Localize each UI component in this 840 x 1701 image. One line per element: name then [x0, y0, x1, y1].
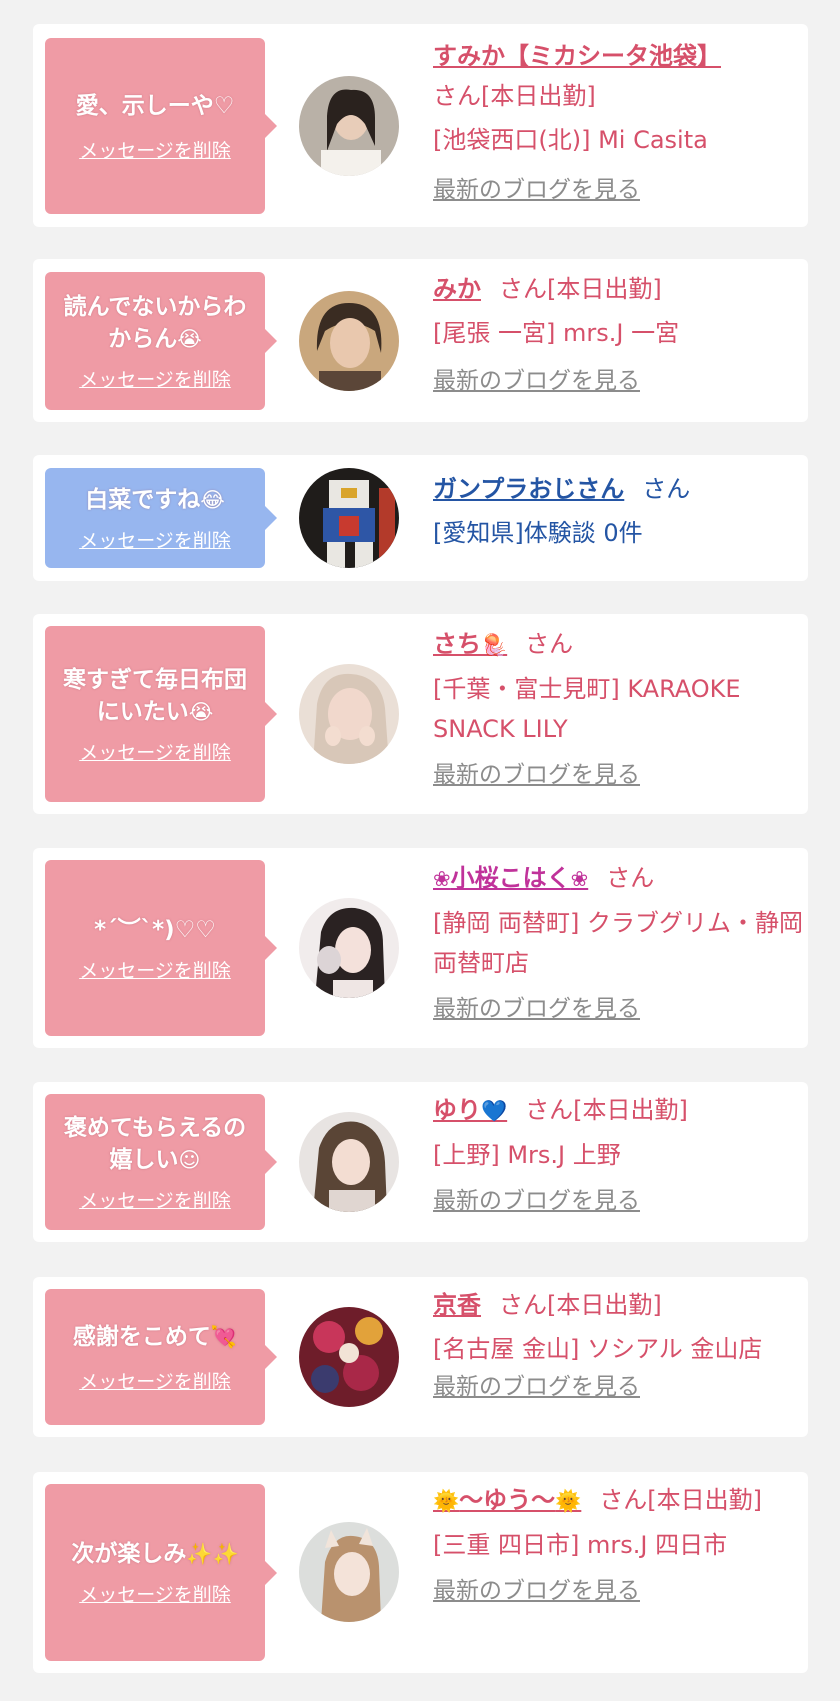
user-name-link[interactable]: ガンプラおじさん [433, 475, 624, 503]
shop-info: [尾張 一宮] mrs.J 一宮 [433, 319, 680, 347]
message-text: *´︶`*)♡♡ [94, 916, 216, 943]
user-status: さん [525, 630, 574, 658]
message-bubble: 読んでないからわからん😭 メッセージを削除 [45, 272, 277, 410]
avatar[interactable] [299, 898, 399, 998]
user-status: さん[本日出勤] [499, 1291, 662, 1319]
user-info: すみか【ミカシータ池袋】 さん[本日出勤] [池袋西口(北)] Mi Casit… [433, 36, 803, 208]
latest-blog-link[interactable]: 最新のブログを見る [433, 172, 640, 208]
latest-blog-link[interactable]: 最新のブログを見る [433, 363, 640, 399]
message-bubble: 寒すぎて毎日布団にいたい😭 メッセージを削除 [45, 626, 277, 802]
message-text: 白菜ですね [85, 486, 201, 513]
message-bubble: 褒めてもらえるの嬉しい☺ メッセージを削除 [45, 1094, 277, 1230]
crying-face-icon: 😭 [188, 699, 214, 724]
latest-blog-link[interactable]: 最新のブログを見る [433, 991, 640, 1027]
message-bubble: 愛、示しーや♡ メッセージを削除 [45, 38, 277, 214]
message-bubble: *´︶`*)♡♡ メッセージを削除 [45, 860, 277, 1036]
user-name-link[interactable]: さち🪼 [433, 630, 507, 658]
list-item: 次が楽しみ✨✨ メッセージを削除 🌞〜ゆう〜🌞 さん[本日出勤] [三重 四日市]… [33, 1472, 808, 1673]
flower-icon: ❀ [433, 867, 451, 891]
sun-icon: 🌞 [433, 1489, 460, 1513]
message-list: 愛、示しーや♡ メッセージを削除 すみか【ミカシータ池袋】 さん[本日出勤] [… [0, 0, 840, 1701]
shop-info: [静岡 両替町] クラブグリム・静岡両替町店 [433, 909, 803, 977]
sparkles-icon: ✨✨ [186, 1542, 239, 1566]
message-text: 感謝をこめて [72, 1323, 211, 1350]
message-text: 愛、示しーや♡ [75, 92, 235, 119]
message-bubble: 感謝をこめて💘 メッセージを削除 [45, 1289, 277, 1425]
list-item: 寒すぎて毎日布団にいたい😭 メッセージを削除 さち🪼 さん [千葉・富士見町] K… [33, 614, 808, 814]
user-info: さち🪼 さん [千葉・富士見町] KARAOKE SNACK LILY 最新のブロ… [433, 624, 803, 793]
shop-info: [池袋西口(北)] Mi Casita [433, 126, 708, 154]
list-item: *´︶`*)♡♡ メッセージを削除 ❀小桜こはく❀ さん [静岡 両替町] クラブ… [33, 848, 808, 1048]
avatar[interactable] [299, 664, 399, 764]
avatar[interactable] [299, 1307, 399, 1407]
latest-blog-link[interactable]: 最新のブログを見る [433, 757, 640, 793]
shop-info: [三重 四日市] mrs.J 四日市 [433, 1531, 728, 1559]
user-info: 🌞〜ゆう〜🌞 さん[本日出勤] [三重 四日市] mrs.J 四日市 最新のブログ… [433, 1480, 803, 1609]
delete-message-link[interactable]: メッセージを削除 [79, 526, 231, 553]
delete-message-link[interactable]: メッセージを削除 [79, 136, 231, 163]
user-info: ❀小桜こはく❀ さん [静岡 両替町] クラブグリム・静岡両替町店 最新のブログを… [433, 858, 803, 1027]
user-info: ガンプラおじさん さん [愛知県]体験談 0件 [433, 469, 803, 553]
heart-arrow-icon: 💘 [210, 1324, 238, 1349]
latest-blog-link[interactable]: 最新のブログを見る [433, 1183, 640, 1219]
shop-info: [上野] Mrs.J 上野 [433, 1141, 621, 1169]
list-item: 感謝をこめて💘 メッセージを削除 京香 さん[本日出勤] [名古屋 金山] ソシア… [33, 1277, 808, 1437]
flower-icon: ❀ [570, 867, 589, 891]
avatar[interactable] [299, 291, 399, 391]
user-status: さん [642, 475, 691, 503]
user-status: さん[本日出勤] [599, 1486, 763, 1514]
delete-message-link[interactable]: メッセージを削除 [79, 1186, 231, 1213]
list-item: 褒めてもらえるの嬉しい☺ メッセージを削除 ゆり💙 さん[本日出勤] [上野] M… [33, 1082, 808, 1242]
user-name-link[interactable]: ゆり💙 [433, 1096, 507, 1124]
list-item: 読んでないからわからん😭 メッセージを削除 みか さん[本日出勤] [尾張 一宮]… [33, 259, 808, 422]
message-text: 読んでないからわからん [63, 293, 247, 352]
crying-face-icon: 😭 [177, 326, 202, 351]
message-bubble: 次が楽しみ✨✨ メッセージを削除 [45, 1484, 277, 1661]
message-text: 寒すぎて毎日布団にいたい [63, 666, 247, 725]
sun-icon: 🌞 [555, 1489, 582, 1513]
latest-blog-link[interactable]: 最新のブログを見る [433, 1369, 640, 1405]
latest-blog-link[interactable]: 最新のブログを見る [433, 1573, 640, 1609]
list-item: 愛、示しーや♡ メッセージを削除 すみか【ミカシータ池袋】 さん[本日出勤] [… [33, 24, 808, 227]
avatar[interactable] [299, 468, 399, 568]
blue-heart-icon: 💙 [481, 1099, 508, 1123]
avatar[interactable] [299, 1522, 399, 1622]
user-name-link[interactable]: すみか【ミカシータ池袋】 [433, 42, 721, 70]
jellyfish-icon: 🪼 [481, 633, 508, 657]
user-info: ゆり💙 さん[本日出勤] [上野] Mrs.J 上野 最新のブログを見る [433, 1090, 803, 1219]
user-info: みか さん[本日出勤] [尾張 一宮] mrs.J 一宮 最新のブログを見る [433, 269, 803, 399]
shop-info: [千葉・富士見町] KARAOKE SNACK LILY [433, 675, 741, 743]
delete-message-link[interactable]: メッセージを削除 [79, 365, 231, 392]
message-text: 次が楽しみ [71, 1541, 187, 1567]
user-info: 京香 さん[本日出勤] [名古屋 金山] ソシアル 金山店 最新のブログを見る [433, 1285, 803, 1405]
user-status: さん[本日出勤] [433, 82, 596, 110]
message-text: 褒めてもらえるの嬉しい [63, 1114, 247, 1173]
delete-message-link[interactable]: メッセージを削除 [79, 1580, 231, 1607]
delete-message-link[interactable]: メッセージを削除 [79, 956, 231, 983]
list-item: 白菜ですね😂 メッセージを削除 ガンプラおじさん さん [愛知県]体験談 0件 [33, 455, 808, 581]
avatar[interactable] [299, 76, 399, 176]
message-bubble: 白菜ですね😂 メッセージを削除 [45, 468, 277, 568]
user-status: さん [606, 864, 655, 892]
user-name-link[interactable]: 京香 [433, 1291, 481, 1319]
smiling-face-icon: ☺ [178, 1147, 201, 1172]
shop-info: [名古屋 金山] ソシアル 金山店 [433, 1335, 763, 1363]
user-status: さん[本日出勤] [499, 275, 662, 303]
user-name-link[interactable]: みか [433, 275, 481, 303]
laughing-face-icon: 😂 [200, 487, 225, 512]
delete-message-link[interactable]: メッセージを削除 [79, 738, 231, 765]
avatar[interactable] [299, 1112, 399, 1212]
user-name-link[interactable]: 🌞〜ゆう〜🌞 [433, 1486, 581, 1514]
delete-message-link[interactable]: メッセージを削除 [79, 1367, 231, 1394]
experience-info: [愛知県]体験談 0件 [433, 519, 643, 547]
user-status: さん[本日出勤] [525, 1096, 688, 1124]
user-name-link[interactable]: ❀小桜こはく❀ [433, 864, 588, 892]
